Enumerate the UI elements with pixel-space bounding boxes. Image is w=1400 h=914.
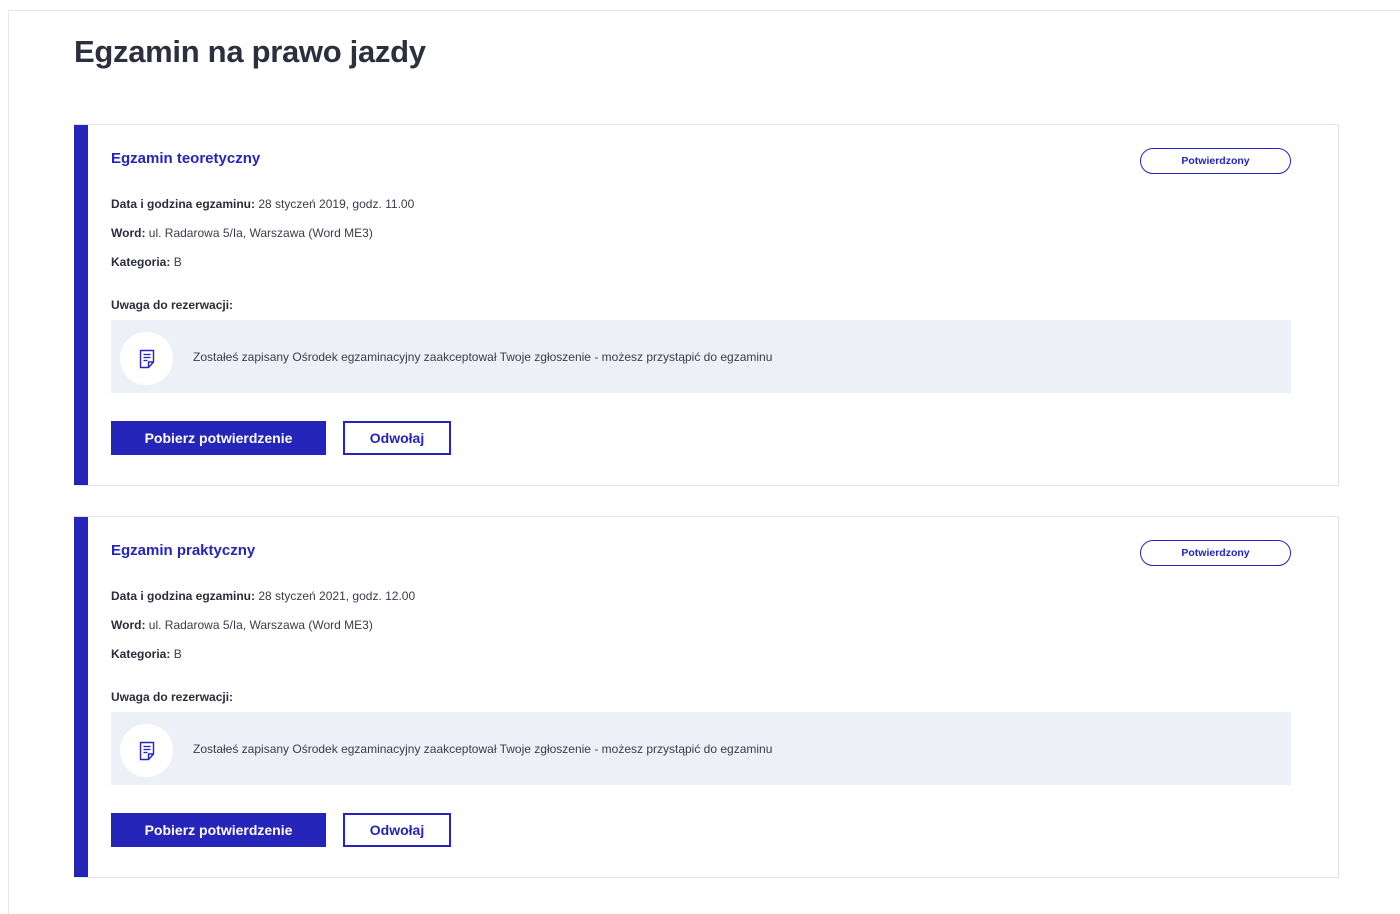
- status-badge: Potwierdzony: [1140, 540, 1291, 566]
- exam-word-label: Word:: [111, 618, 146, 632]
- exam-card-practical: Egzamin praktyczny Potwierdzony Data i g…: [74, 516, 1339, 878]
- card-accent-bar: [74, 125, 88, 485]
- note-icon-circle: [120, 332, 173, 385]
- download-confirmation-button[interactable]: Pobierz potwierdzenie: [111, 421, 326, 455]
- download-confirmation-button[interactable]: Pobierz potwierdzenie: [111, 813, 326, 847]
- exam-date-label: Data i godzina egzaminu:: [111, 589, 256, 603]
- document-icon: [139, 349, 154, 368]
- exam-category-value: B: [173, 255, 182, 269]
- exam-title: Egzamin teoretyczny: [111, 150, 261, 167]
- cancel-exam-button[interactable]: Odwołaj: [343, 421, 451, 455]
- exam-category-row: Kategoria: B: [111, 255, 182, 269]
- note-box: Zostałeś zapisany Ośrodek egzaminacyjny …: [111, 712, 1291, 785]
- note-box: Zostałeś zapisany Ośrodek egzaminacyjny …: [111, 320, 1291, 393]
- exam-date-value: 28 styczeń 2021, godz. 12.00: [258, 589, 416, 603]
- page-title: Egzamin na prawo jazdy: [74, 34, 426, 69]
- exam-date-value: 28 styczeń 2019, godz. 11.00: [258, 197, 415, 211]
- exam-word-value: ul. Radarowa 5/Ia, Warszawa (Word ME3): [148, 226, 373, 240]
- exam-word-row: Word: ul. Radarowa 5/Ia, Warszawa (Word …: [111, 226, 373, 240]
- exam-title: Egzamin praktyczny: [111, 542, 256, 559]
- document-icon: [139, 741, 154, 760]
- exam-category-label: Kategoria:: [111, 647, 171, 661]
- note-text: Zostałeś zapisany Ośrodek egzaminacyjny …: [193, 742, 773, 756]
- note-label: Uwaga do rezerwacji:: [111, 298, 234, 312]
- exam-word-value: ul. Radarowa 5/Ia, Warszawa (Word ME3): [148, 618, 373, 632]
- exam-card-theory: Egzamin teoretyczny Potwierdzony Data i …: [74, 124, 1339, 486]
- note-label: Uwaga do rezerwacji:: [111, 690, 234, 704]
- exam-category-label: Kategoria:: [111, 255, 171, 269]
- exam-date-row: Data i godzina egzaminu: 28 styczeń 2019…: [111, 197, 414, 211]
- exam-category-value: B: [173, 647, 182, 661]
- exam-date-row: Data i godzina egzaminu: 28 styczeń 2021…: [111, 589, 415, 603]
- exam-date-label: Data i godzina egzaminu:: [111, 197, 256, 211]
- cancel-exam-button[interactable]: Odwołaj: [343, 813, 451, 847]
- note-text: Zostałeś zapisany Ośrodek egzaminacyjny …: [193, 350, 773, 364]
- exam-word-row: Word: ul. Radarowa 5/Ia, Warszawa (Word …: [111, 618, 373, 632]
- status-badge: Potwierdzony: [1140, 148, 1291, 174]
- card-accent-bar: [74, 517, 88, 877]
- exam-category-row: Kategoria: B: [111, 647, 182, 661]
- note-icon-circle: [120, 724, 173, 777]
- exam-word-label: Word:: [111, 226, 146, 240]
